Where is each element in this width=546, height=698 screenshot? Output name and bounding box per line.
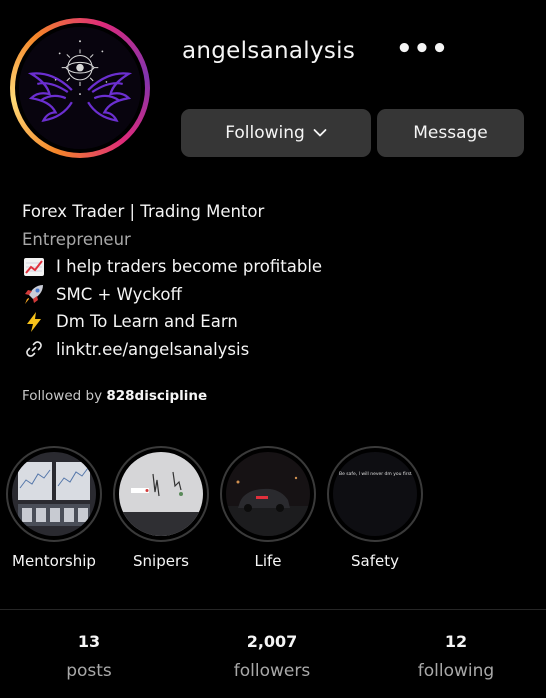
chevron-down-icon: [313, 129, 327, 137]
highlight-safety[interactable]: Be safe, I will never dm you first ⚠ Saf…: [327, 446, 423, 570]
stat-following-value: 12: [444, 632, 468, 651]
following-button-label: Following: [225, 123, 305, 143]
bio-dm-text: Dm To Learn and Earn: [56, 312, 238, 331]
bio-link[interactable]: linktr.ee/angelsanalysis: [22, 336, 322, 364]
highlight-cover-caption: Be safe, I will never dm you first ⚠: [339, 472, 417, 477]
bio-smc-text: SMC + Wyckoff: [56, 284, 182, 304]
following-button[interactable]: Following: [181, 109, 371, 157]
bio: Forex Trader | Trading Mentor Entreprene…: [22, 198, 322, 363]
bio-line-dm: Dm To Learn and Earn: [22, 308, 322, 336]
username: angelsanalysis: [182, 38, 356, 64]
avatar-border: [15, 23, 145, 153]
stat-posts[interactable]: 13 posts: [19, 632, 159, 681]
stat-posts-label: posts: [66, 661, 112, 681]
highlight-mentorship[interactable]: Mentorship: [6, 446, 102, 570]
highlight-cover-life: [226, 452, 310, 536]
highlight-snipers[interactable]: Snipers: [113, 446, 209, 570]
story-ring[interactable]: [10, 18, 150, 158]
message-button[interactable]: Message: [377, 109, 524, 157]
bio-line-profitable: I help traders become profitable: [22, 253, 322, 281]
bio-category-text: Entrepreneur: [22, 229, 131, 249]
lightning-icon: [22, 311, 46, 333]
bio-line-title: Forex Trader | Trading Mentor: [22, 198, 322, 226]
followed-by-prefix: Followed by: [22, 388, 103, 404]
bio-profitable-text: I help traders become profitable: [56, 257, 323, 276]
highlight-cover-safety: Be safe, I will never dm you first ⚠: [333, 452, 417, 536]
divider: [0, 609, 546, 610]
stat-following[interactable]: 12 following: [386, 632, 526, 681]
bio-title-text: Forex Trader | Trading Mentor: [22, 202, 265, 221]
stat-followers[interactable]: 2,007 followers: [202, 632, 342, 681]
message-button-label: Message: [413, 123, 488, 143]
followed-by[interactable]: Followed by 828discipline: [22, 388, 207, 404]
followed-by-user: 828discipline: [106, 388, 208, 404]
stat-followers-value: 2,007: [246, 632, 298, 651]
rocket-icon: [22, 283, 46, 305]
chart-increasing-icon: [22, 256, 46, 278]
highlight-ring: [6, 446, 102, 542]
highlight-life[interactable]: Life: [220, 446, 316, 570]
stat-followers-label: followers: [233, 661, 311, 681]
bio-line-category: Entrepreneur: [22, 226, 322, 254]
bio-link-text: linktr.ee/angelsanalysis: [56, 339, 250, 359]
highlight-ring: Be safe, I will never dm you first ⚠: [327, 446, 423, 542]
stat-following-label: following: [417, 661, 495, 681]
link-icon: [22, 338, 46, 360]
stat-posts-value: 13: [77, 632, 101, 651]
more-options-icon[interactable]: •••: [396, 34, 449, 64]
highlight-cover-snipers: [119, 452, 203, 536]
highlight-ring: [220, 446, 316, 542]
highlight-label: Safety: [351, 552, 399, 570]
avatar: [19, 27, 141, 149]
bio-line-smc: SMC + Wyckoff: [22, 281, 322, 309]
highlight-ring: [113, 446, 209, 542]
highlight-cover-mentorship: [12, 452, 96, 536]
